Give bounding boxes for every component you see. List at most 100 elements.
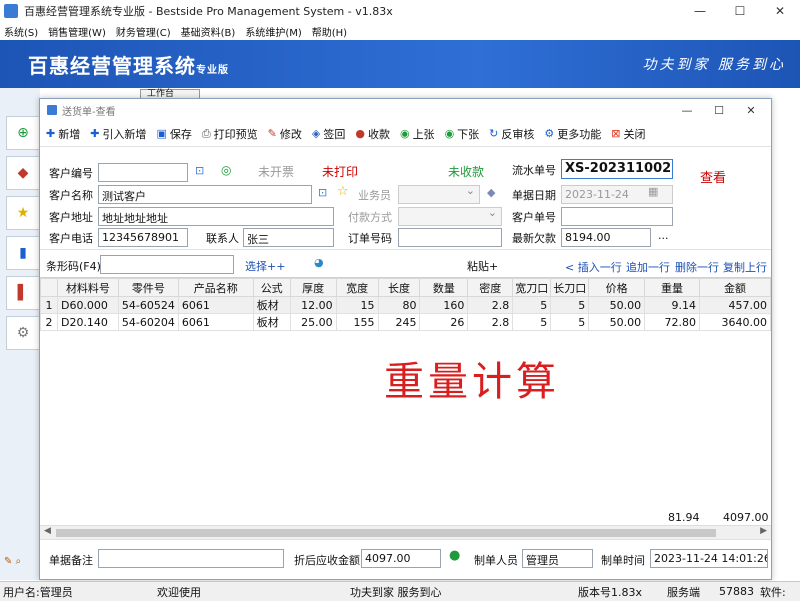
remark-input[interactable]	[98, 549, 284, 568]
cell-quantity[interactable]: 26	[419, 313, 469, 331]
more-functions-button[interactable]: ⚙ 更多功能	[544, 126, 601, 142]
cell-weight[interactable]: 72.80	[644, 313, 700, 331]
maker-input[interactable]: 管理员	[522, 549, 593, 568]
receive-payment-button[interactable]: ● 收款	[355, 126, 390, 142]
scroll-right-icon[interactable]: ▶	[760, 526, 767, 536]
barcode-input[interactable]	[100, 255, 234, 274]
customer-addr-input[interactable]: 地址地址地址	[98, 207, 334, 226]
col-price[interactable]: 价格	[588, 278, 646, 297]
print-preview-button[interactable]: ⎙ 打印预览	[202, 126, 258, 142]
made-time-input[interactable]: 2023-11-24 14:01:26	[650, 549, 768, 568]
table-row[interactable]: 1 D60.000 54-60524 6061 板材 12.00 15 80 1…	[40, 296, 771, 314]
col-length[interactable]: 长度	[377, 278, 421, 297]
maximize-button[interactable]: ☐	[720, 0, 760, 22]
sidebar-box-icon[interactable]: ◆	[6, 156, 40, 190]
cell-material-no[interactable]: D20.140	[56, 313, 119, 331]
menu-system[interactable]: 系统(S)	[4, 24, 38, 39]
refresh-icon[interactable]: ◎	[221, 163, 231, 177]
append-row-link[interactable]: 追加一行	[626, 259, 670, 275]
cell-price[interactable]: 50.00	[588, 296, 646, 314]
sign-back-button[interactable]: ◈ 签回	[312, 126, 345, 142]
cell-length-kerf[interactable]: 5	[550, 296, 590, 314]
menu-basic-data[interactable]: 基础资料(B)	[181, 24, 236, 39]
cell-product-name[interactable]: 6061	[177, 313, 254, 331]
cell-weight[interactable]: 9.14	[644, 296, 700, 314]
previous-button[interactable]: ◉ 上张	[400, 126, 435, 142]
customer-no-input[interactable]	[98, 163, 188, 182]
cell-price[interactable]: 50.00	[588, 313, 646, 331]
save-button[interactable]: ▣ 保存	[156, 126, 191, 142]
paste-button[interactable]: 粘贴+	[467, 258, 498, 274]
cell-density[interactable]: 2.8	[467, 296, 514, 314]
horizontal-scrollbar[interactable]: ◀ ▶	[40, 525, 771, 539]
col-amount[interactable]: 金额	[699, 278, 771, 297]
customer-name-input[interactable]: 测试客户	[98, 185, 312, 204]
col-material-no[interactable]: 材料料号	[56, 278, 119, 297]
calendar-icon[interactable]: ▦	[648, 185, 658, 198]
customer-phone-input[interactable]: 12345678901	[98, 228, 188, 247]
import-new-button[interactable]: ✚ 引入新增	[90, 126, 146, 142]
new-button[interactable]: ✚ 新增	[46, 126, 80, 142]
sidebar-chart-icon[interactable]: ▮	[6, 236, 40, 270]
delete-row-link[interactable]: 删除一行	[675, 259, 719, 275]
more-button[interactable]: ...	[658, 229, 669, 242]
receivable-input[interactable]: 4097.00	[361, 549, 441, 568]
col-width[interactable]: 宽度	[335, 278, 379, 297]
scroll-left-icon[interactable]: ◀	[44, 526, 51, 536]
cell-part-no[interactable]: 54-60204	[117, 313, 179, 331]
cell-amount[interactable]: 457.00	[699, 296, 771, 314]
serial-no-input[interactable]: XS-202311002	[561, 159, 673, 179]
col-thickness[interactable]: 厚度	[289, 278, 337, 297]
cell-length[interactable]: 80	[377, 296, 421, 314]
search-icon[interactable]: ⊡	[195, 164, 204, 177]
cell-material-no[interactable]: D60.000	[56, 296, 119, 314]
customer-search-icon[interactable]: ⊡	[318, 186, 327, 199]
menu-help[interactable]: 帮助(H)	[312, 24, 347, 39]
col-weight[interactable]: 重量	[644, 278, 700, 297]
menu-finance[interactable]: 财务管理(C)	[116, 24, 171, 39]
cell-width[interactable]: 155	[335, 313, 379, 331]
cell-thickness[interactable]: 25.00	[289, 313, 337, 331]
cell-formula[interactable]: 板材	[252, 296, 291, 314]
favorite-star-icon[interactable]: ☆	[337, 184, 349, 199]
sidebar-gear-icon[interactable]: ⚙	[6, 316, 40, 350]
salesman-select[interactable]	[398, 185, 480, 204]
col-width-kerf[interactable]: 宽刀口	[512, 278, 552, 297]
child-close-button[interactable]: ✕	[735, 99, 767, 121]
cell-width-kerf[interactable]: 5	[512, 296, 552, 314]
sidebar-star-icon[interactable]: ★	[6, 196, 40, 230]
child-maximize-button[interactable]: ☐	[703, 99, 735, 121]
customer-order-input[interactable]	[561, 207, 673, 226]
sidebar-book-icon[interactable]: ▌	[6, 276, 40, 310]
col-quantity[interactable]: 数量	[419, 278, 469, 297]
cell-quantity[interactable]: 160	[419, 296, 469, 314]
col-part-no[interactable]: 零件号	[117, 278, 179, 297]
menu-sales[interactable]: 销售管理(W)	[48, 24, 106, 39]
sidebar-add-icon[interactable]: ⊕	[6, 116, 40, 150]
col-formula[interactable]: 公式	[252, 278, 291, 297]
cell-part-no[interactable]: 54-60524	[117, 296, 179, 314]
edit-button[interactable]: ✎ 修改	[268, 126, 302, 142]
col-length-kerf[interactable]: 长刀口	[550, 278, 590, 297]
cell-density[interactable]: 2.8	[467, 313, 514, 331]
cell-width[interactable]: 15	[335, 296, 379, 314]
close-doc-button[interactable]: ⊠ 关闭	[611, 126, 645, 142]
cell-length[interactable]: 245	[377, 313, 421, 331]
col-index[interactable]	[40, 278, 58, 297]
insert-row-link[interactable]: < 插入一行	[565, 259, 622, 275]
globe-icon[interactable]: ◕	[314, 256, 324, 269]
close-button[interactable]: ✕	[760, 0, 800, 22]
salesman-pick-icon[interactable]: ◆	[487, 186, 495, 199]
table-row[interactable]: 2 D20.140 54-60204 6061 板材 25.00 155 245…	[40, 313, 771, 331]
copy-prev-row-link[interactable]: 复制上行	[723, 259, 767, 275]
pay-method-select[interactable]	[398, 207, 502, 226]
child-minimize-button[interactable]: —	[671, 99, 703, 121]
latest-debt-input[interactable]: 8194.00	[561, 228, 651, 247]
cell-width-kerf[interactable]: 5	[512, 313, 552, 331]
next-button[interactable]: ◉ 下张	[445, 126, 480, 142]
cell-amount[interactable]: 3640.00	[699, 313, 771, 331]
order-no-input[interactable]	[398, 228, 502, 247]
col-density[interactable]: 密度	[467, 278, 514, 297]
col-product-name[interactable]: 产品名称	[177, 278, 254, 297]
contact-input[interactable]: 张三	[243, 228, 334, 247]
